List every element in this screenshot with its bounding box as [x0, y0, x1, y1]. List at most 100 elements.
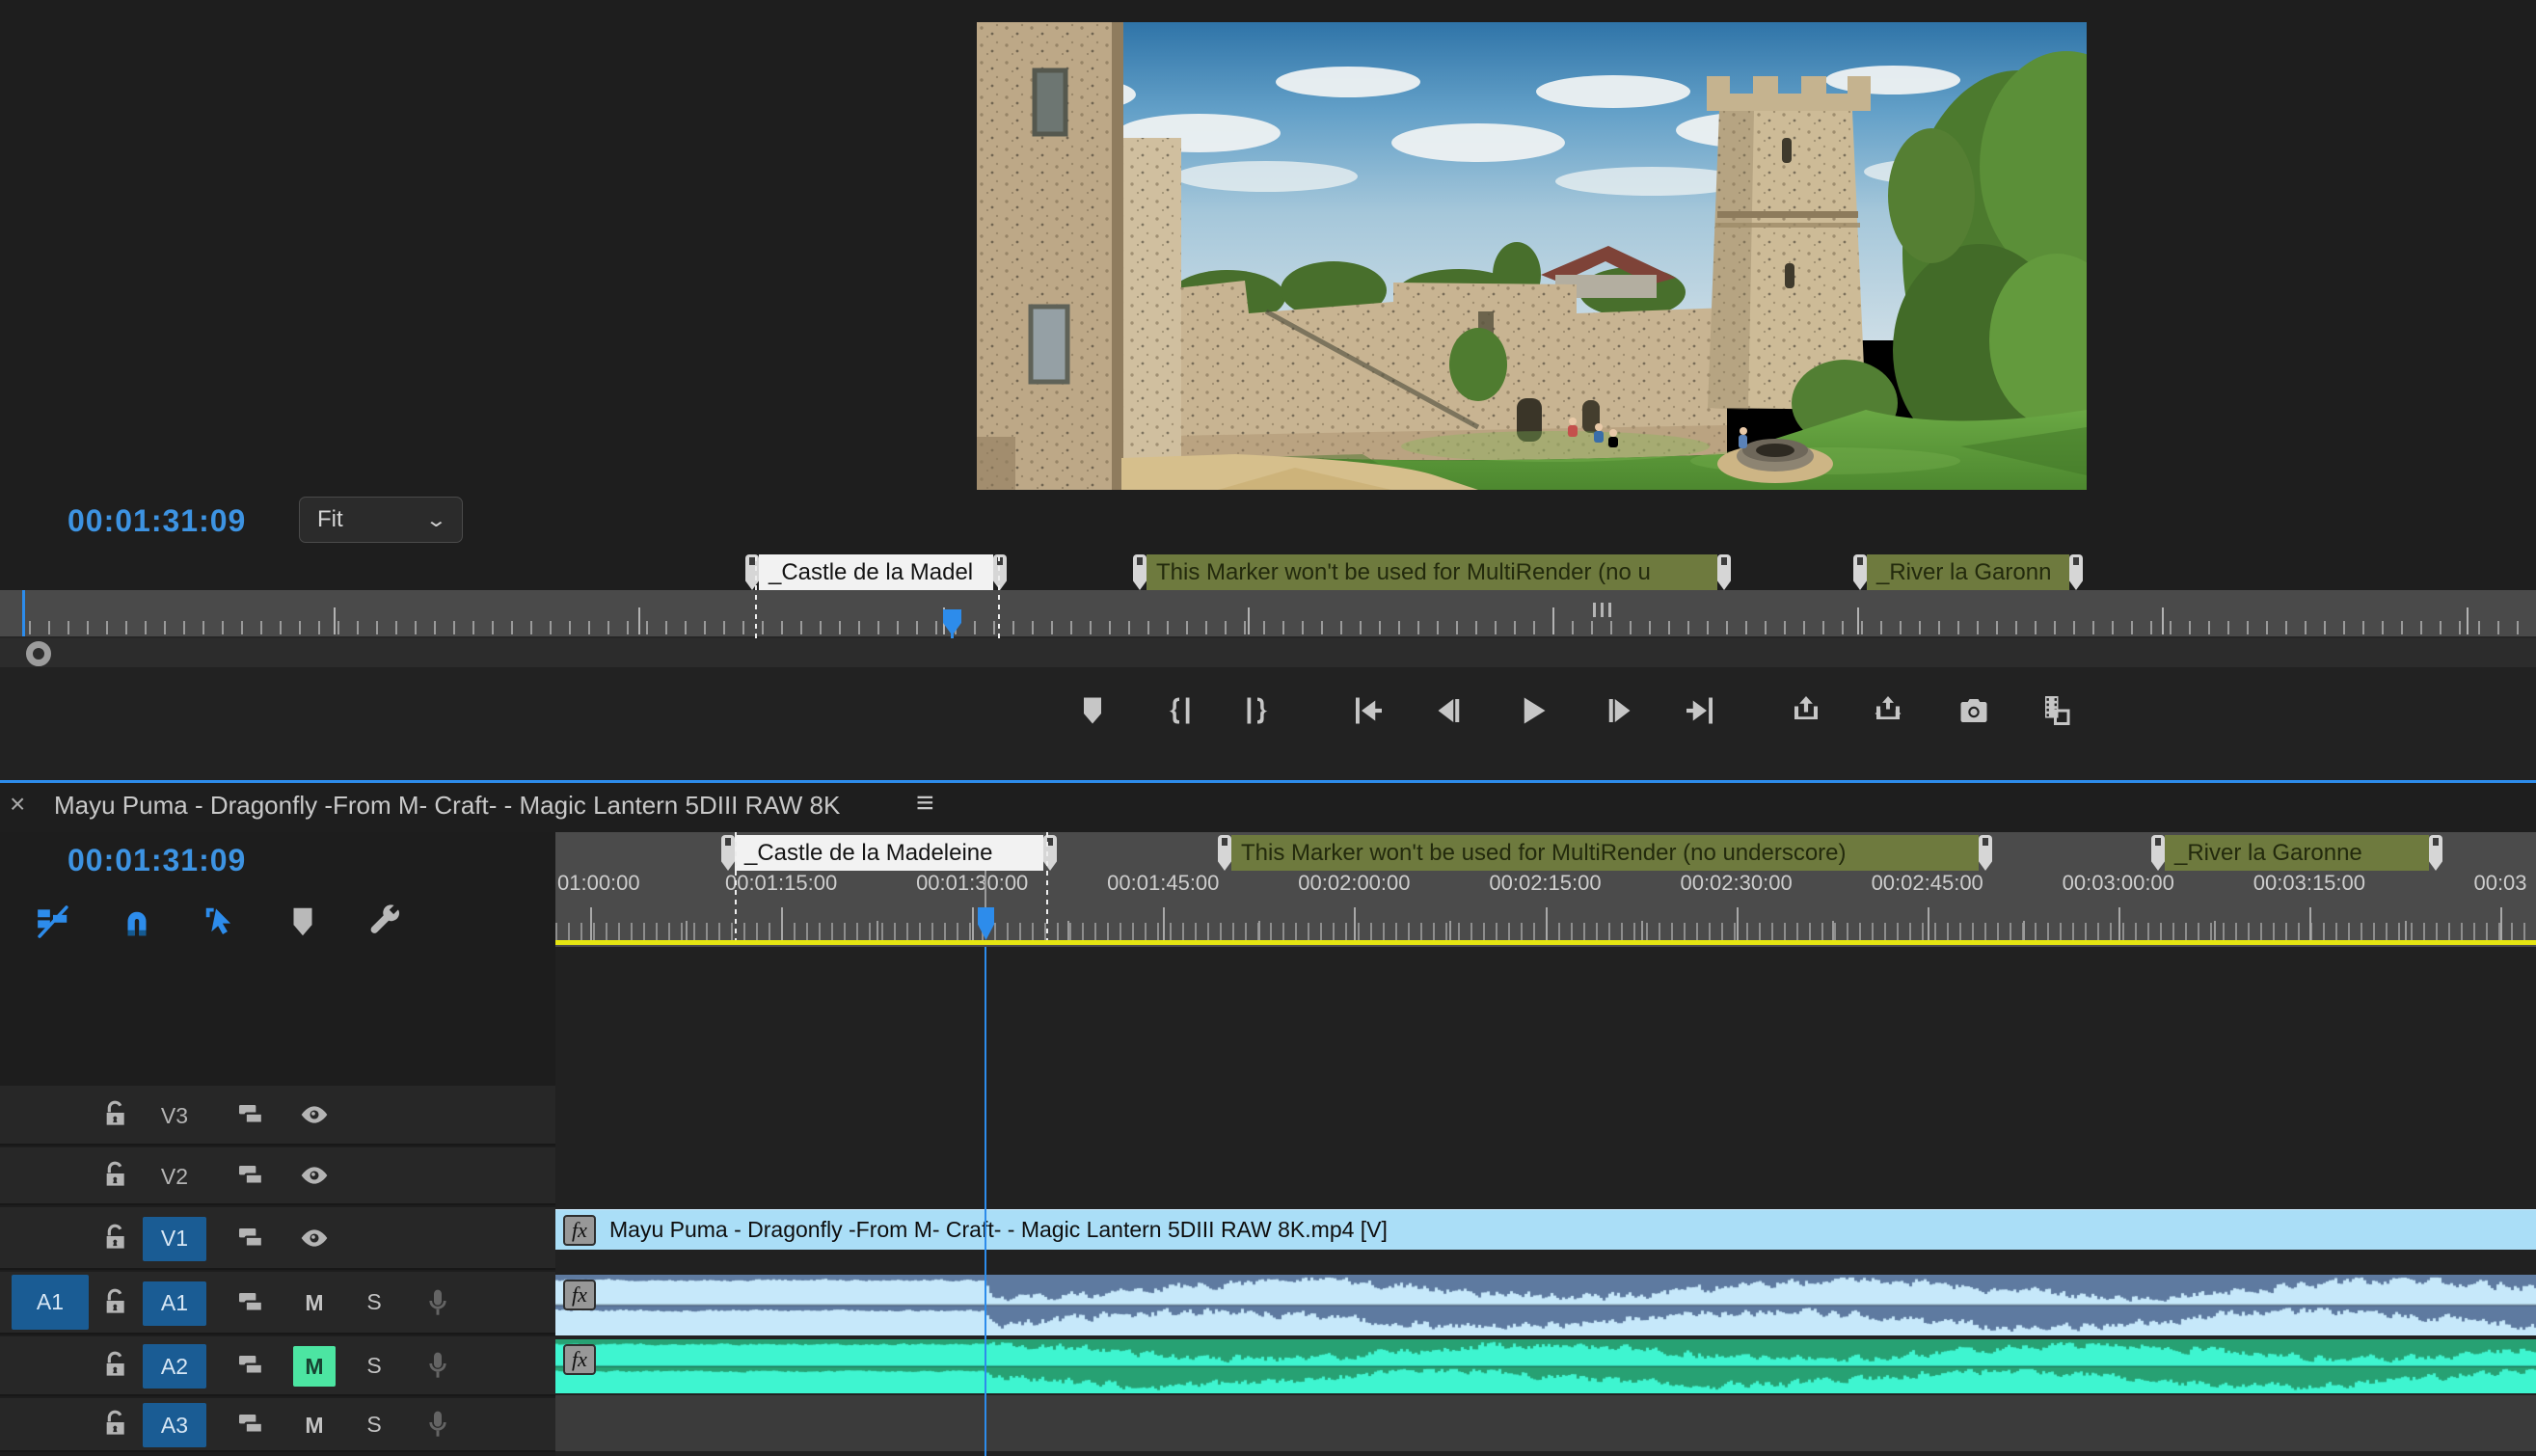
close-panel-icon[interactable]: × — [10, 789, 25, 820]
go-to-out-button[interactable] — [1679, 688, 1723, 733]
timeline-marker[interactable]: This Marker won't be used for MultiRende… — [1218, 835, 1992, 871]
track-lock-toggle[interactable] — [96, 1207, 135, 1268]
solo-toggle[interactable]: S — [355, 1336, 393, 1394]
mute-toggle[interactable]: M — [293, 1405, 336, 1445]
ruler-grabber-icon[interactable] — [1593, 603, 1614, 617]
marker-flag-right-icon — [1717, 554, 1731, 590]
extract-button[interactable] — [1866, 688, 1910, 733]
mic-icon — [422, 1287, 453, 1318]
comparison-view-button[interactable] — [2035, 688, 2079, 733]
marker-label: _River la Garonne — [2165, 835, 2429, 871]
ruler-major-tick — [781, 907, 783, 940]
playhead-line[interactable] — [985, 947, 986, 1456]
export-frame-icon — [1956, 693, 1991, 728]
ruler-major-tick — [2467, 607, 2469, 634]
playhead-upper-line — [985, 871, 986, 907]
timeline-marker[interactable]: _Castle de la Madeleine — [721, 835, 1057, 871]
add-marker-icon — [1075, 693, 1110, 728]
clip-v1-video[interactable]: fx Mayu Puma - Dragonfly -From M- Craft-… — [555, 1209, 2536, 1250]
ruler-major-tick — [1248, 607, 1250, 634]
sequence-tab-title[interactable]: Mayu Puma - Dragonfly -From M- Craft- - … — [54, 791, 840, 821]
panel-menu-icon[interactable]: ≡ — [916, 785, 932, 821]
track-output-toggle[interactable] — [295, 1086, 334, 1144]
zoom-level-select[interactable]: Fit ⌄ — [299, 497, 463, 543]
timeline-tracks-area[interactable]: fx Mayu Puma - Dragonfly -From M- Craft-… — [555, 947, 2536, 1456]
eye-icon — [299, 1160, 330, 1191]
track-target-v2[interactable]: V2 — [143, 1154, 206, 1199]
track-header-a1[interactable]: A1 A1 MS — [0, 1272, 555, 1335]
ruler-major-tick — [2118, 907, 2120, 940]
add-marker-button[interactable] — [1070, 688, 1115, 733]
mark-out-button[interactable] — [1235, 688, 1280, 733]
step-back-button[interactable] — [1426, 688, 1470, 733]
track-lock-toggle[interactable] — [96, 1147, 135, 1203]
program-zoom-scrollbar[interactable] — [0, 638, 2536, 667]
track-a3-lane[interactable] — [555, 1395, 2536, 1451]
sync-lock-icon — [235, 1350, 266, 1381]
snap-button[interactable] — [116, 901, 158, 943]
track-lock-toggle[interactable] — [96, 1336, 135, 1394]
program-marker[interactable]: _River la Garonn — [1853, 554, 2083, 590]
track-header-v3[interactable]: V3 — [0, 1086, 555, 1146]
work-area-bar[interactable] — [555, 940, 2536, 945]
linked-selection-button[interactable] — [199, 901, 241, 943]
fx-badge: fx — [563, 1215, 596, 1246]
program-timecode[interactable]: 00:01:31:09 — [67, 503, 246, 539]
mute-toggle[interactable]: M — [293, 1346, 336, 1387]
sync-lock-toggle[interactable] — [231, 1336, 270, 1394]
ruler-major-tick — [1737, 907, 1739, 940]
track-lock-toggle[interactable] — [96, 1272, 135, 1333]
program-marker[interactable]: _Castle de la Madel — [745, 554, 1007, 590]
insert-overwrite-as-nest-button[interactable] — [32, 901, 74, 943]
clip-a2-audio[interactable]: fx — [555, 1339, 2536, 1393]
sync-lock-toggle[interactable] — [231, 1272, 270, 1333]
track-lock-toggle[interactable] — [96, 1398, 135, 1450]
mic-icon — [422, 1409, 453, 1440]
track-output-toggle[interactable] — [295, 1147, 334, 1203]
step-forward-icon — [1603, 693, 1637, 728]
sync-lock-toggle[interactable] — [231, 1086, 270, 1144]
zoom-scrollbar-handle[interactable] — [26, 641, 51, 666]
track-target-a2[interactable]: A2 — [143, 1344, 206, 1389]
mark-in-button[interactable] — [1157, 688, 1201, 733]
play-button[interactable] — [1510, 688, 1554, 733]
sync-lock-toggle[interactable] — [231, 1207, 270, 1268]
mute-toggle[interactable]: M — [293, 1283, 336, 1324]
add-marker-button[interactable] — [282, 901, 324, 943]
timeline-ruler-strip[interactable]: _Castle de la Madeleine This Marker won't… — [555, 832, 2536, 947]
track-header-v1[interactable]: V1 — [0, 1207, 555, 1270]
solo-toggle[interactable]: S — [355, 1272, 393, 1333]
sync-lock-toggle[interactable] — [231, 1147, 270, 1203]
voiceover-record-button[interactable] — [418, 1398, 457, 1450]
step-forward-button[interactable] — [1598, 688, 1642, 733]
track-target-a3[interactable]: A3 — [143, 1403, 206, 1447]
track-output-toggle[interactable] — [295, 1207, 334, 1268]
source-patch-a1[interactable]: A1 — [12, 1275, 89, 1330]
track-lock-toggle[interactable] — [96, 1086, 135, 1144]
track-header-a3[interactable]: A3 MS — [0, 1398, 555, 1452]
voiceover-record-button[interactable] — [418, 1272, 457, 1333]
chevron-down-icon: ⌄ — [425, 508, 447, 532]
timeline-marker[interactable]: _River la Garonne — [2151, 835, 2442, 871]
track-target-a1[interactable]: A1 — [143, 1281, 206, 1326]
solo-toggle[interactable]: S — [355, 1398, 393, 1450]
track-target-v1[interactable]: V1 — [143, 1217, 206, 1261]
program-marker[interactable]: This Marker won't be used for MultiRende… — [1133, 554, 1731, 590]
timeline-timecode[interactable]: 00:01:31:09 — [67, 843, 246, 878]
export-frame-button[interactable] — [1952, 688, 1996, 733]
clip-a1-audio[interactable]: fx — [555, 1275, 2536, 1335]
timeline-settings-button[interactable] — [364, 901, 406, 943]
track-header-a2[interactable]: A2 MS — [0, 1336, 555, 1396]
track-target-v3[interactable]: V3 — [143, 1093, 206, 1138]
go-to-in-button[interactable] — [1345, 688, 1389, 733]
marker-label: This Marker won't be used for MultiRende… — [1231, 835, 1979, 871]
track-header-v2[interactable]: V2 — [0, 1147, 555, 1205]
voiceover-record-button[interactable] — [418, 1336, 457, 1394]
sync-lock-toggle[interactable] — [231, 1398, 270, 1450]
lift-button[interactable] — [1784, 688, 1828, 733]
ruler-mid-tick — [2405, 921, 2407, 940]
program-mini-timeline-ruler[interactable] — [0, 590, 2536, 638]
ruler-major-tick — [1857, 607, 1859, 634]
insert-overwrite-as-nest-icon — [35, 903, 71, 940]
ruler-major-tick — [2500, 907, 2502, 940]
